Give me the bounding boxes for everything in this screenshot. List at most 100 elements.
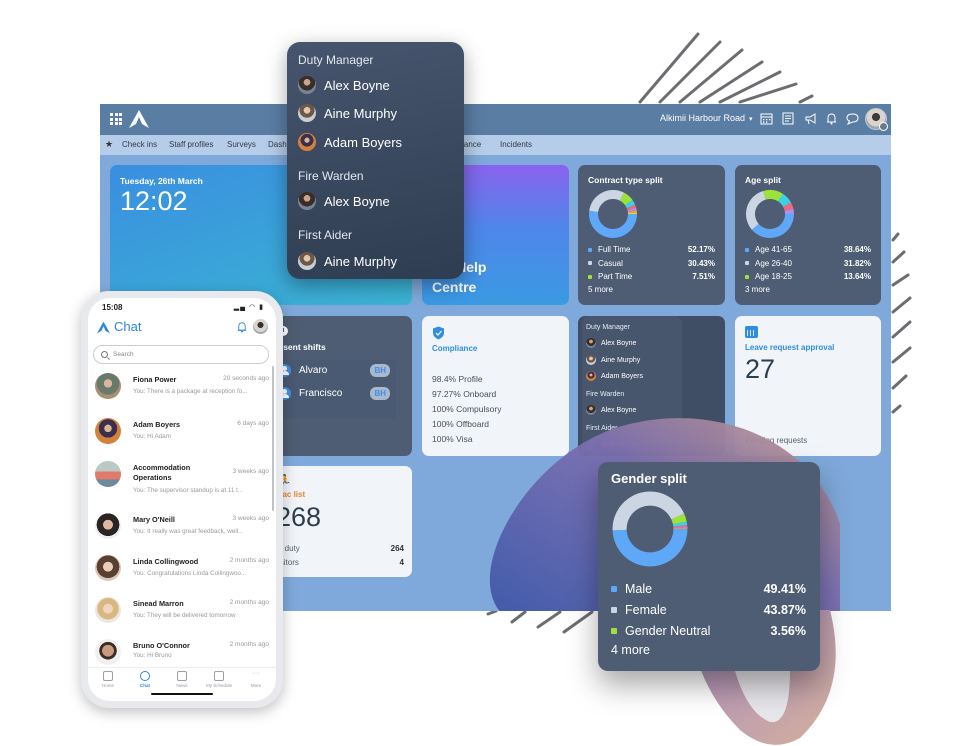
role-section-title: Fire Warden xyxy=(586,391,625,398)
site-selector[interactable]: Alkimii Harbour Road ▾ xyxy=(660,113,753,123)
evac-row-value: 264 xyxy=(390,544,404,553)
legend-row: Age 26-40 31.82% xyxy=(745,257,871,271)
news-icon[interactable] xyxy=(782,112,795,125)
chat-header: Chat xyxy=(96,318,268,340)
tab-chat[interactable]: Chat xyxy=(127,671,163,688)
absent-row[interactable]: Alvaro BH xyxy=(278,360,396,380)
user-avatar[interactable] xyxy=(253,319,268,334)
age-split-legend: Age 41-65 38.64% Age 26-40 31.82% Age 18-2… xyxy=(745,243,871,294)
caret-down-icon: ▾ xyxy=(749,116,753,123)
role-person[interactable]: Alex Boyne xyxy=(298,192,390,210)
role-person[interactable]: Aine Murphy xyxy=(298,252,397,270)
alkimii-logo[interactable] xyxy=(128,109,150,129)
compliance-row: 100% Visa xyxy=(432,434,473,444)
search-icon xyxy=(101,351,108,358)
compliance-row: 97.27% Onboard xyxy=(432,389,497,399)
legend-label: Female xyxy=(625,602,667,617)
nav-item-staff-profiles[interactable]: Staff profiles xyxy=(169,140,213,149)
conversation-preview: You: Hi Adam xyxy=(133,433,171,440)
conversation-item[interactable]: Mary O'Neill 3 weeks ago You: It really … xyxy=(93,513,269,553)
chat-icon[interactable] xyxy=(846,112,859,125)
legend-value: 49.41% xyxy=(763,581,806,596)
more-link[interactable]: 4 more xyxy=(611,643,806,657)
legend-value: 30.43% xyxy=(687,258,715,268)
news-icon xyxy=(177,671,187,681)
absent-row[interactable]: Francisco BH xyxy=(278,383,396,403)
avatar xyxy=(586,355,596,365)
gender-split-card[interactable]: Gender split Male 49.41% Female 43.87% Gen… xyxy=(598,462,820,671)
legend-label: Age 18-25 xyxy=(755,272,792,282)
conversation-preview: You: They will be delivered tomorrow xyxy=(133,612,236,619)
more-link[interactable]: 3 more xyxy=(745,285,871,294)
nav-item-incidents[interactable]: Incidents xyxy=(500,140,532,149)
status-icons: ▂▄ ◠ ▮ xyxy=(234,303,264,311)
user-avatar[interactable] xyxy=(865,108,888,131)
star-icon[interactable]: ★ xyxy=(105,139,113,150)
avatar xyxy=(298,252,316,270)
calendar-icon[interactable] xyxy=(760,112,773,125)
status-time: 15:08 xyxy=(102,303,123,312)
conversation-item[interactable]: Linda Collingwood 2 months ago You: Cong… xyxy=(93,555,269,595)
megaphone-icon[interactable] xyxy=(804,112,817,125)
legend-swatch xyxy=(588,247,592,252)
contract-type-split-tile[interactable]: Contract type split Full Time 52.17% Casu… xyxy=(578,165,725,305)
person-name: Aine Murphy xyxy=(601,356,641,364)
scrollbar[interactable] xyxy=(272,366,274,511)
absent-shifts-tile[interactable]: bsent shifts Alvaro BH Francisco BH xyxy=(272,316,412,456)
person-name: Aine Murphy xyxy=(324,253,397,269)
tab-home[interactable]: Home xyxy=(90,671,126,688)
help-centre-line2: Centre xyxy=(432,279,477,295)
age-split-title: Age split xyxy=(745,175,781,185)
donut-slice-casual xyxy=(589,190,625,212)
tab-news[interactable]: News xyxy=(164,671,200,688)
legend-swatch xyxy=(588,261,592,266)
leave-request-count: 27 xyxy=(745,354,776,384)
legend-swatch xyxy=(745,247,749,252)
marketing-composite: Alkimii Harbour Road ▾ ★ Check ins Staff … xyxy=(0,0,966,746)
role-section-title: First Aider xyxy=(298,228,353,242)
contract-split-donut xyxy=(589,190,637,238)
conversation-item[interactable]: Adam Boyers 6 days ago You: Hi Adam xyxy=(93,418,269,458)
conversation-item[interactable]: Accommodation Operations 3 weeks ago You… xyxy=(93,461,269,501)
age-split-tile[interactable]: Age split Age 41-65 38.64% Age 26-40 31.82… xyxy=(735,165,881,305)
role-person[interactable]: Aine Murphy xyxy=(298,104,397,122)
search-input[interactable]: Search xyxy=(93,345,269,364)
conversation-time: 2 months ago xyxy=(229,557,269,564)
tab-my-schedule[interactable]: My Schedule xyxy=(201,671,237,688)
tab-more[interactable]: ··· More xyxy=(238,670,274,688)
avatar xyxy=(95,513,121,539)
tab-label: My Schedule xyxy=(205,683,232,688)
legend-swatch xyxy=(611,627,617,634)
nav-item-surveys[interactable]: Surveys xyxy=(227,140,256,149)
role-person[interactable]: Adam Boyers xyxy=(298,133,402,151)
leave-request-footer: Pending requests xyxy=(745,436,808,445)
bell-icon[interactable] xyxy=(825,112,838,125)
role-person[interactable]: Alex Boyne xyxy=(298,76,390,94)
conversation-time: 2 months ago xyxy=(229,599,269,606)
clock-date: Tuesday, 26th March xyxy=(120,176,203,186)
roles-tile[interactable]: Duty Manager Alex Boyne Aine Murphy Adam… xyxy=(578,316,725,456)
nav-item-dashboards[interactable]: Dash xyxy=(268,140,287,149)
absent-shifts-title: bsent shifts xyxy=(278,342,326,352)
legend-value: 3.56% xyxy=(770,623,806,638)
nav-item-check-ins[interactable]: Check ins xyxy=(122,140,157,149)
bell-icon[interactable] xyxy=(236,321,248,333)
tab-label: Chat xyxy=(140,683,150,688)
legend-row: Age 41-65 38.64% xyxy=(745,243,871,257)
quick-nav-bar: ★ Check ins Staff profiles Surveys Dash … xyxy=(100,135,891,155)
leave-request-tile[interactable]: Leave request approval 27 Pending reques… xyxy=(735,316,881,456)
evac-list-tile[interactable]: 🏃 vac list 268 n duty 264 isitors 4 xyxy=(272,466,412,577)
legend-label: Part Time xyxy=(598,272,633,282)
evac-row: n duty 264 xyxy=(278,544,404,553)
compliance-tile[interactable]: Compliance 98.4% Profile 97.27% Onboard … xyxy=(422,316,569,456)
tab-label: News xyxy=(176,683,188,688)
age-split-donut xyxy=(746,190,794,238)
more-link[interactable]: 5 more xyxy=(588,285,715,294)
avatar xyxy=(95,418,121,444)
conversation-item[interactable]: Fiona Power 20 seconds ago You: There is… xyxy=(93,373,269,413)
donut-slice-male xyxy=(612,529,688,567)
conversation-item[interactable]: Sinead Marron 2 months ago You: They wil… xyxy=(93,597,269,637)
person-name: Aine Murphy xyxy=(324,105,397,121)
apps-grid-icon[interactable] xyxy=(110,113,122,125)
legend-swatch xyxy=(588,274,592,279)
